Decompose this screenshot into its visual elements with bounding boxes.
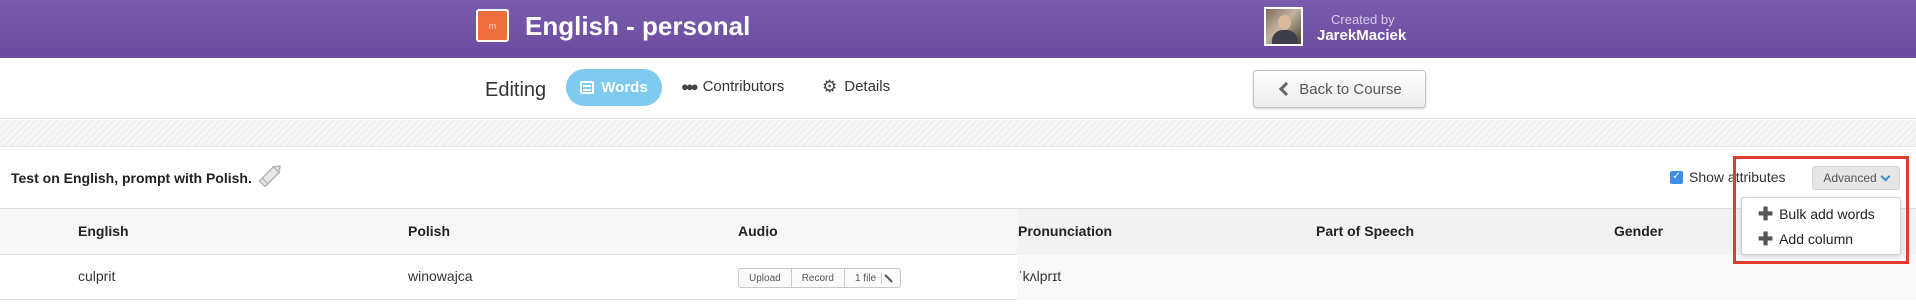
column-header-polish: Polish [408,223,451,239]
course-thumbnail-text: m [488,20,497,31]
table-row: culprit winowajca Upload Record 1 file ˈ… [0,255,1916,300]
column-header-gender: Gender [1614,223,1664,239]
tab-words[interactable]: Words [566,69,662,106]
tab-contributors[interactable]: ●●● Contributors [681,78,784,95]
cell-english[interactable]: culprit [78,268,115,284]
course-thumbnail[interactable]: m [476,9,509,42]
course-header: m English - personal Created by JarekMac… [0,0,1916,58]
creator-avatar[interactable] [1264,7,1303,46]
audio-controls: Upload Record 1 file [738,268,902,288]
table-header: English Polish Audio Pronunciation Part … [0,209,1916,255]
editing-nav: Editing Words ●●● Contributors ⚙ Details… [0,58,1916,119]
audio-files-dropdown[interactable]: 1 file [845,269,900,287]
cell-polish[interactable]: winowajca [408,268,473,284]
people-icon: ●●● [681,79,698,94]
chevron-left-icon [1279,81,1294,97]
test-description: Test on English, prompt with Polish. [11,170,252,186]
list-icon [580,81,595,94]
course-title[interactable]: English - personal [525,11,750,42]
record-label: Record [801,272,834,284]
highlight-box [1733,156,1909,264]
column-header-audio: Audio [738,223,778,239]
gear-icon: ⚙ [822,77,838,96]
cell-pronunciation[interactable]: ˈkʌlprɪt [1018,268,1061,284]
show-attributes-checkbox[interactable]: ✓ [1670,170,1683,184]
upload-label: Upload [749,272,781,284]
tab-details[interactable]: ⚙ Details [822,78,890,95]
editing-label: Editing [485,79,547,101]
record-audio-button[interactable]: Record [792,269,845,287]
chevron-down-icon [884,270,896,283]
pencil-icon[interactable] [255,162,285,190]
created-by-label: Created by [1331,12,1395,27]
creator-name[interactable]: JarekMaciek [1317,27,1406,44]
tab-words-label: Words [601,79,648,96]
column-header-part-of-speech: Part of Speech [1316,223,1415,239]
tab-contributors-label: Contributors [702,78,785,95]
column-header-english: English [78,223,129,239]
column-header-pronunciation: Pronunciation [1018,223,1113,239]
words-table: English Polish Audio Pronunciation Part … [0,208,1916,306]
audio-files-label: 1 file [850,272,883,284]
tab-details-label: Details [844,78,891,95]
avatar-shoulders [1272,30,1298,44]
divider-band [0,120,1916,147]
back-to-course-label: Back to Course [1299,80,1402,98]
avatar-head [1278,15,1291,30]
upload-audio-button[interactable]: Upload [739,269,792,287]
back-to-course-button[interactable]: Back to Course [1253,70,1426,108]
